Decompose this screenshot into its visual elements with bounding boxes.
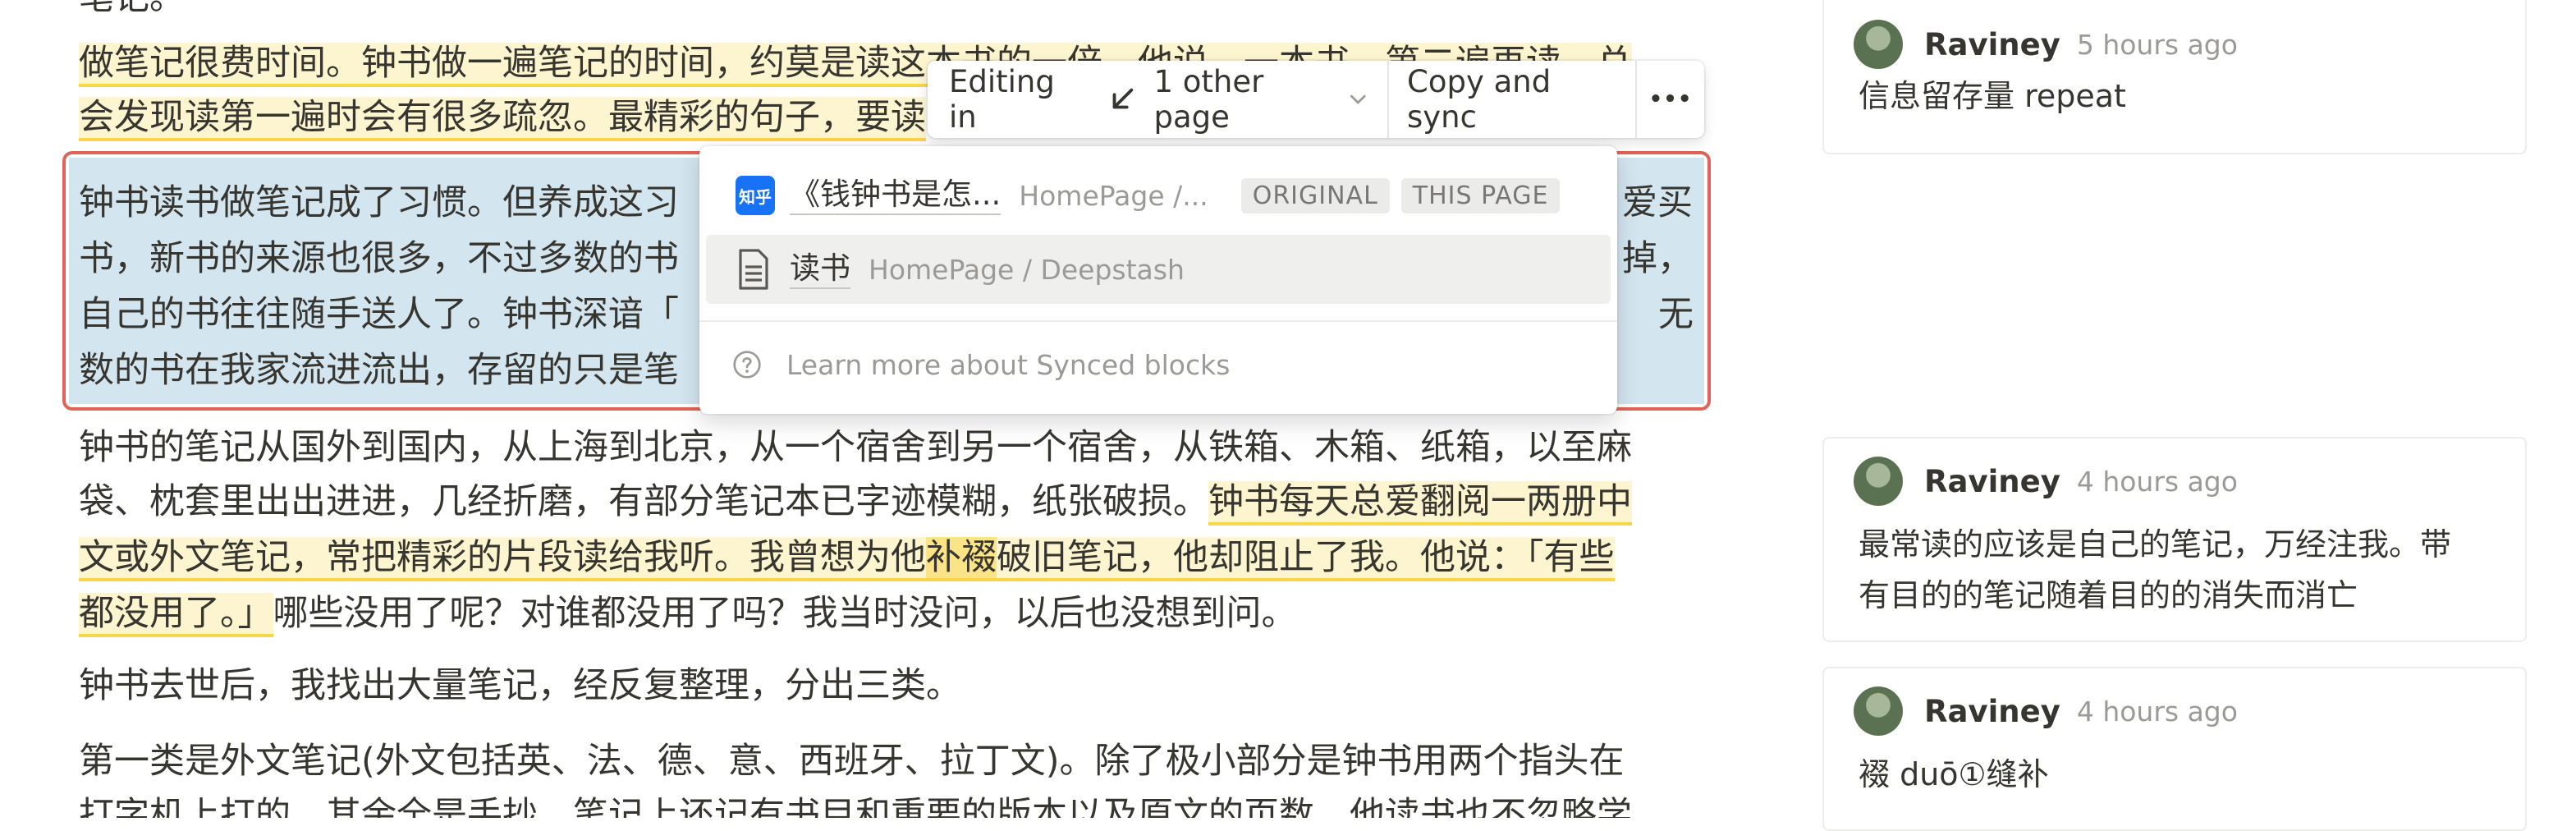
comment-time: 5 hours ago (2076, 28, 2238, 61)
avatar (1854, 457, 1903, 506)
paragraph-text: 笔记。 (79, 0, 185, 25)
zhihu-logo-icon: 知乎 (736, 176, 775, 215)
comment-card[interactable]: Raviney 5 hours ago 信息留存量 repeat (1822, 0, 2527, 154)
page-icon (739, 249, 768, 290)
editing-in-pages-button[interactable]: Editing in 1 other page (928, 61, 1387, 138)
paragraph-line: 会发现读第一遍时会有很多疏忽。最精彩的句子，要读 (79, 90, 926, 145)
highlighted-text-active[interactable]: 补裰 (926, 537, 997, 581)
dropdown-divider (699, 320, 1617, 322)
paragraph-line: 钟书去世后，我找出大量笔记，经反复整理，分出三类。 (79, 665, 961, 706)
paragraph-line: 袋、枕套里出出进进，几经折磨，有部分笔记本已字迹模糊，纸张破损。钟书每天总爱翻阅… (79, 475, 1632, 529)
learn-more-label: Learn more about Synced blocks (786, 348, 1231, 381)
comment-card[interactable]: Raviney 4 hours ago 最常读的应该是自己的笔记，万经注我。带 … (1822, 437, 2527, 642)
comment-time: 4 hours ago (2076, 695, 2238, 728)
comment-text: 有目的的笔记随着目的的消失而消亡 (1859, 577, 2358, 613)
arrow-down-left-icon (1112, 88, 1133, 109)
paragraph-line: 文或外文笔记，常把精彩的片段读给我听。我曾想为他补裰破旧笔记，他却阻止了我。他说… (79, 530, 1615, 585)
editing-in-label: Editing in (949, 64, 1055, 135)
comment-text: 信息留存量 repeat (1859, 78, 2126, 114)
paragraph-line: 打字机上打的，其余全是手抄。笔记上还记有书目和重要的版本以及原文的页数。他读书也… (79, 795, 1632, 818)
other-pages-label: 1 other page (1153, 64, 1264, 135)
comment-author: Raviney (1924, 26, 2060, 62)
comment-header: Raviney 4 hours ago (1854, 686, 2238, 736)
synced-line: 书，新书的来源也很多，不过多数的书 (79, 238, 679, 279)
synced-line-right: 爱买 (1622, 182, 1693, 223)
synced-line-right: 无 (1658, 294, 1694, 335)
copy-and-sync-label: Copy and sync (1407, 64, 1552, 135)
avatar (1854, 686, 1903, 736)
comment-time: 4 hours ago (2076, 465, 2238, 498)
paragraph-line: 第一类是外文笔记(外文包括英、法、德、意、西班牙、拉丁文)。除了极小部分是钟书用… (79, 741, 1625, 782)
paragraph-line: 都没用了。」哪些没用了呢？对谁都没用了吗？我当时没问，以后也没想到问。 (79, 586, 1297, 640)
highlighted-text[interactable]: 会发现读第一遍时会有很多疏忽。最精彩的句子，要读 (79, 97, 926, 141)
copy-and-sync-button[interactable]: Copy and sync (1389, 61, 1635, 138)
more-options-button[interactable]: ••• (1637, 61, 1704, 138)
learn-more-link[interactable]: Learn more about Synced blocks (732, 337, 1230, 393)
paragraph-text: 哪些没用了呢？对谁都没用了吗？我当时没问，以后也没想到问。 (273, 593, 1297, 634)
synced-page-item[interactable]: 读书 HomePage / Deepstash (706, 235, 1611, 304)
synced-line: 自己的书往往随手送人了。钟书深谙「 (79, 294, 679, 335)
synced-block-toolbar: Editing in 1 other page Copy and sync ••… (928, 61, 1704, 138)
synced-page-item[interactable]: 知乎 《钱钟书是怎... HomePage /... ORIGINAL THIS… (706, 161, 1611, 230)
synced-pages-dropdown: 知乎 《钱钟书是怎... HomePage /... ORIGINAL THIS… (699, 146, 1617, 414)
more-dots-icon: ••• (1648, 87, 1693, 112)
synced-line: 钟书读书做笔记成了习惯。但养成这习 (79, 182, 679, 223)
page-title: 读书 (790, 250, 850, 289)
comment-author: Raviney (1924, 463, 2060, 499)
synced-line: 数的书在我家流进流出，存留的只是笔 (79, 350, 679, 391)
comment-card[interactable]: Raviney 4 hours ago 裰 duō①缝补 (1822, 667, 2527, 831)
this-page-badge: THIS PAGE (1400, 177, 1561, 213)
page-title: 《钱钟书是怎... (790, 176, 1002, 215)
paragraph-text: 袋、枕套里出出进进，几经折磨，有部分笔记本已字迹模糊，纸张破损。 (79, 481, 1208, 522)
highlighted-text[interactable]: 文或外文笔记，常把精彩的片段读给我听。我曾想为他 (79, 537, 926, 581)
page-path: HomePage /... (1019, 179, 1208, 212)
highlighted-text[interactable]: 都没用了。」 (79, 593, 273, 637)
synced-line-right: 掉， (1622, 238, 1693, 279)
comment-author: Raviney (1924, 693, 2060, 729)
paragraph-line: 钟书的笔记从国外到国内，从上海到北京，从一个宿舍到另一个宿舍，从铁箱、木箱、纸箱… (79, 427, 1632, 468)
comment-text: 裰 duō①缝补 (1859, 756, 2049, 792)
comment-header: Raviney 4 hours ago (1854, 457, 2238, 506)
highlighted-text[interactable]: 钟书每天总爱翻阅一两册中 (1208, 481, 1632, 526)
original-badge: ORIGINAL (1240, 177, 1390, 213)
help-circle-icon (733, 351, 761, 379)
chevron-down-icon (1350, 94, 1367, 104)
highlighted-text[interactable]: 破旧笔记，他却阻止了我。他说：「有些 (997, 537, 1615, 581)
document-area: 笔记。 做笔记很费时间。钟书做一遍笔记的时间，约莫是读这本书的一倍。他说，一本书… (0, 0, 1757, 818)
comment-text: 最常读的应该是自己的笔记，万经注我。带 (1859, 526, 2452, 562)
page-path: HomePage / Deepstash (869, 253, 1185, 286)
avatar (1854, 20, 1903, 69)
comment-header: Raviney 5 hours ago (1854, 20, 2238, 69)
